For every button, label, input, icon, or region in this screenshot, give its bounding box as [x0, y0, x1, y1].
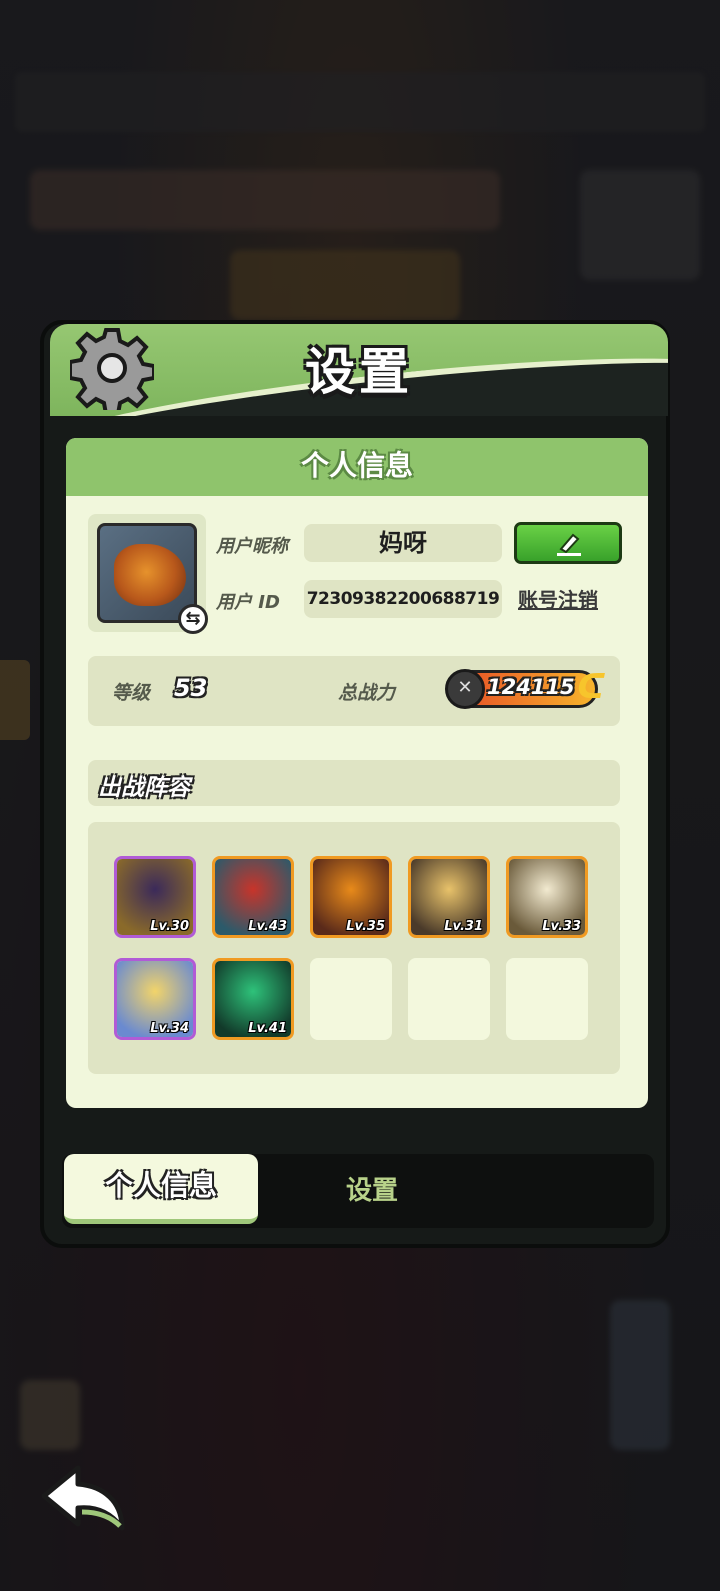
hero-card[interactable]: Lv.33 — [506, 856, 588, 938]
hero-card[interactable]: Lv.31 — [408, 856, 490, 938]
empty-hero-slot[interactable] — [310, 958, 392, 1040]
level-value: 53 — [174, 674, 208, 702]
avatar-image — [114, 544, 186, 606]
hero-card[interactable]: Lv.30 — [114, 856, 196, 938]
user-id-field: 7230938220068871​9 — [304, 580, 502, 618]
panel-title: 设置 — [305, 343, 413, 401]
empty-hero-slot[interactable] — [408, 958, 490, 1040]
profile-card: 个人信息 ⇆ 用户昵称 妈呀 用户 ID 7230938220068871​9 … — [66, 438, 648, 1108]
swords-icon: ✕ — [445, 669, 485, 709]
lineup-title: 出战阵容 — [98, 775, 190, 801]
panel-header: 设置 — [50, 324, 668, 416]
tab-bar: 个人信息 设置 — [62, 1154, 654, 1228]
hero-card[interactable]: Lv.41 — [212, 958, 294, 1040]
nickname-field: 妈呀 — [304, 524, 502, 562]
lineup-header: 出战阵容 — [88, 760, 620, 806]
hero-level: Lv.35 — [346, 919, 385, 934]
hero-card[interactable]: Lv.34 — [114, 958, 196, 1040]
card-header: 个人信息 — [66, 438, 648, 496]
hero-level: Lv.31 — [444, 919, 483, 934]
hero-card[interactable]: Lv.35 — [310, 856, 392, 938]
hero-card[interactable]: Lv.43 — [212, 856, 294, 938]
nickname-label: 用户昵称 — [216, 536, 288, 557]
power-value: 124115 — [487, 675, 575, 699]
back-arrow-icon[interactable] — [38, 1462, 130, 1534]
tab-profile[interactable]: 个人信息 — [64, 1154, 258, 1224]
empty-hero-slot[interactable] — [506, 958, 588, 1040]
power-badge: ✕ 124115 ᑕ — [445, 667, 605, 709]
pencil-icon — [557, 533, 581, 556]
tab-settings[interactable]: 设置 — [312, 1154, 432, 1228]
hero-level: Lv.30 — [150, 919, 189, 934]
settings-panel: 设置 个人信息 ⇆ 用户昵称 妈呀 用户 ID 7230938220068871… — [40, 320, 670, 1248]
cancel-account-link[interactable]: 账号注销 — [518, 584, 598, 613]
hero-level: Lv.43 — [248, 919, 287, 934]
hero-level: Lv.33 — [542, 919, 581, 934]
user-id-label: 用户 ID — [216, 592, 280, 613]
level-label: 等级 — [112, 682, 151, 704]
stats-row: 等级 53 总战力 ✕ 124115 ᑕ — [88, 656, 620, 726]
swap-avatar-icon[interactable]: ⇆ — [178, 604, 208, 634]
edit-nickname-button[interactable] — [514, 522, 622, 564]
avatar[interactable]: ⇆ — [88, 514, 208, 634]
hero-level: Lv.34 — [150, 1021, 189, 1036]
power-label: 总战力 — [338, 682, 396, 704]
hero-level: Lv.41 — [248, 1021, 287, 1036]
hero-lineup: Lv.30 Lv.43 Lv.35 Lv.31 Lv.33 Lv.34 Lv.41 — [88, 822, 620, 1074]
